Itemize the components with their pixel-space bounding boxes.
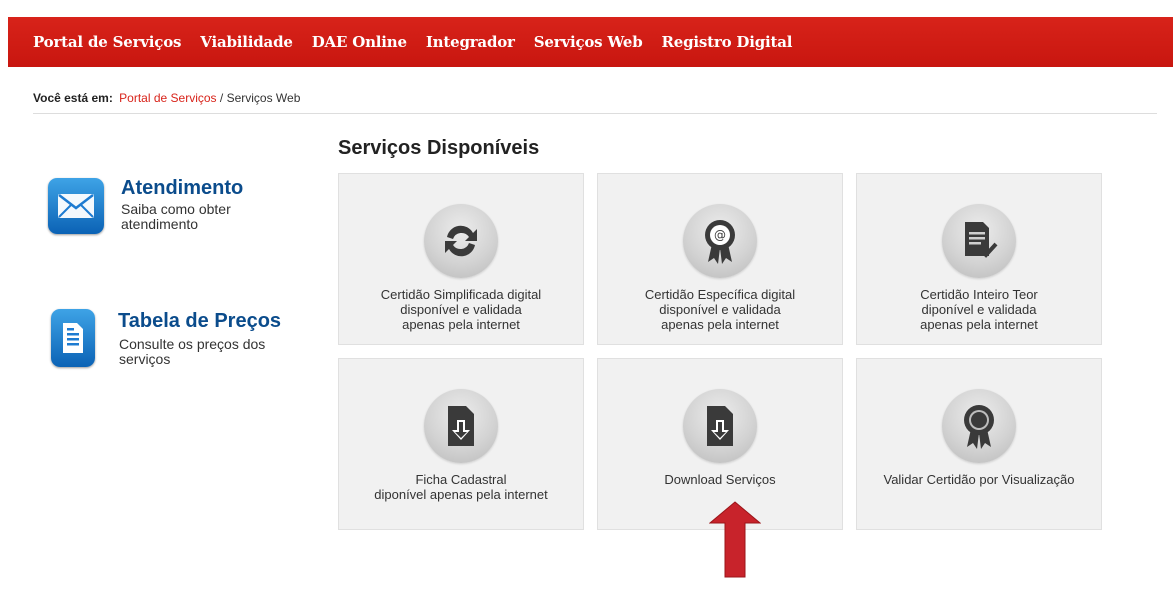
sync-arrows-icon [424, 204, 498, 278]
section-title: Serviços Disponíveis [338, 137, 540, 159]
envelope-icon [48, 178, 104, 234]
card-line: Certidão Específica digital [644, 287, 796, 302]
card-line: diponível e validada [921, 302, 1037, 317]
nav-dae-online[interactable]: DAE Online [312, 33, 407, 51]
card-ficha-cadastral[interactable]: Ficha Cadastral diponível apenas pela in… [338, 358, 584, 530]
nav-portal-de-servicos[interactable]: Portal de Serviços [33, 33, 181, 51]
card-certidao-inteiro-teor[interactable]: Certidão Inteiro Teor diponível e valida… [856, 173, 1102, 345]
file-download-icon [424, 389, 498, 463]
card-text: Certidão Simplificada digital disponível… [339, 287, 583, 332]
svg-text:@: @ [714, 228, 726, 242]
breadcrumb-link-portal[interactable]: Portal de Serviços [119, 91, 216, 105]
card-certidao-especifica[interactable]: @ Certidão Específica digital disponível… [597, 173, 843, 345]
card-line: apenas pela internet [920, 317, 1038, 332]
card-text: Certidão Inteiro Teor diponível e valida… [857, 287, 1101, 332]
top-strip [0, 0, 1173, 10]
main-navbar: Portal de Serviços Viabilidade DAE Onlin… [8, 17, 1173, 67]
nav-servicos-web[interactable]: Serviços Web [534, 33, 643, 51]
tabela-title: Tabela de Preços [118, 310, 282, 332]
card-line: Certidão Inteiro Teor [920, 287, 1038, 302]
card-validar-certidao[interactable]: Validar Certidão por Visualização [856, 358, 1102, 530]
document-list-icon [51, 309, 95, 367]
breadcrumb-current: / Serviços Web [219, 91, 301, 105]
card-line: diponível apenas pela internet [374, 487, 548, 502]
breadcrumb: Você está em: Portal de Serviços / Servi… [33, 91, 300, 105]
card-line: Ficha Cadastral [415, 472, 507, 487]
card-line: Certidão Simplificada digital [380, 287, 542, 302]
tabela-desc: Consulte os preços dos serviços [119, 336, 266, 367]
file-download-icon [683, 389, 757, 463]
atendimento-title: Atendimento [121, 177, 244, 199]
award-badge-icon [942, 389, 1016, 463]
card-line: disponível e validada [659, 302, 781, 317]
breadcrumb-divider [33, 113, 1157, 114]
atendimento-link[interactable]: Atendimento Saiba como obter atendimento [48, 177, 328, 238]
card-text: Validar Certidão por Visualização [857, 472, 1101, 487]
red-up-arrow-icon [709, 501, 761, 578]
card-line: apenas pela internet [661, 317, 779, 332]
card-line: Validar Certidão por Visualização [883, 472, 1075, 487]
nav-registro-digital[interactable]: Registro Digital [662, 33, 793, 51]
atendimento-desc: Saiba como obter atendimento [121, 201, 231, 232]
card-certidao-simplificada[interactable]: Certidão Simplificada digital disponível… [338, 173, 584, 345]
document-check-icon [942, 204, 1016, 278]
card-text: Ficha Cadastral diponível apenas pela in… [339, 472, 583, 502]
tabela-de-precos-link[interactable]: Tabela de Preços Consulte os preços dos … [48, 309, 328, 371]
card-line: Download Serviços [664, 472, 776, 487]
card-text: Certidão Específica digital disponível e… [598, 287, 842, 332]
breadcrumb-prefix: Você está em: [33, 91, 113, 105]
nav-integrador[interactable]: Integrador [426, 33, 515, 51]
nav-viabilidade[interactable]: Viabilidade [200, 33, 293, 51]
bottom-fade [0, 580, 1173, 598]
certificate-seal-icon: @ [683, 204, 757, 278]
card-line: apenas pela internet [402, 317, 520, 332]
card-text: Download Serviços [598, 472, 842, 487]
card-line: disponível e validada [400, 302, 522, 317]
